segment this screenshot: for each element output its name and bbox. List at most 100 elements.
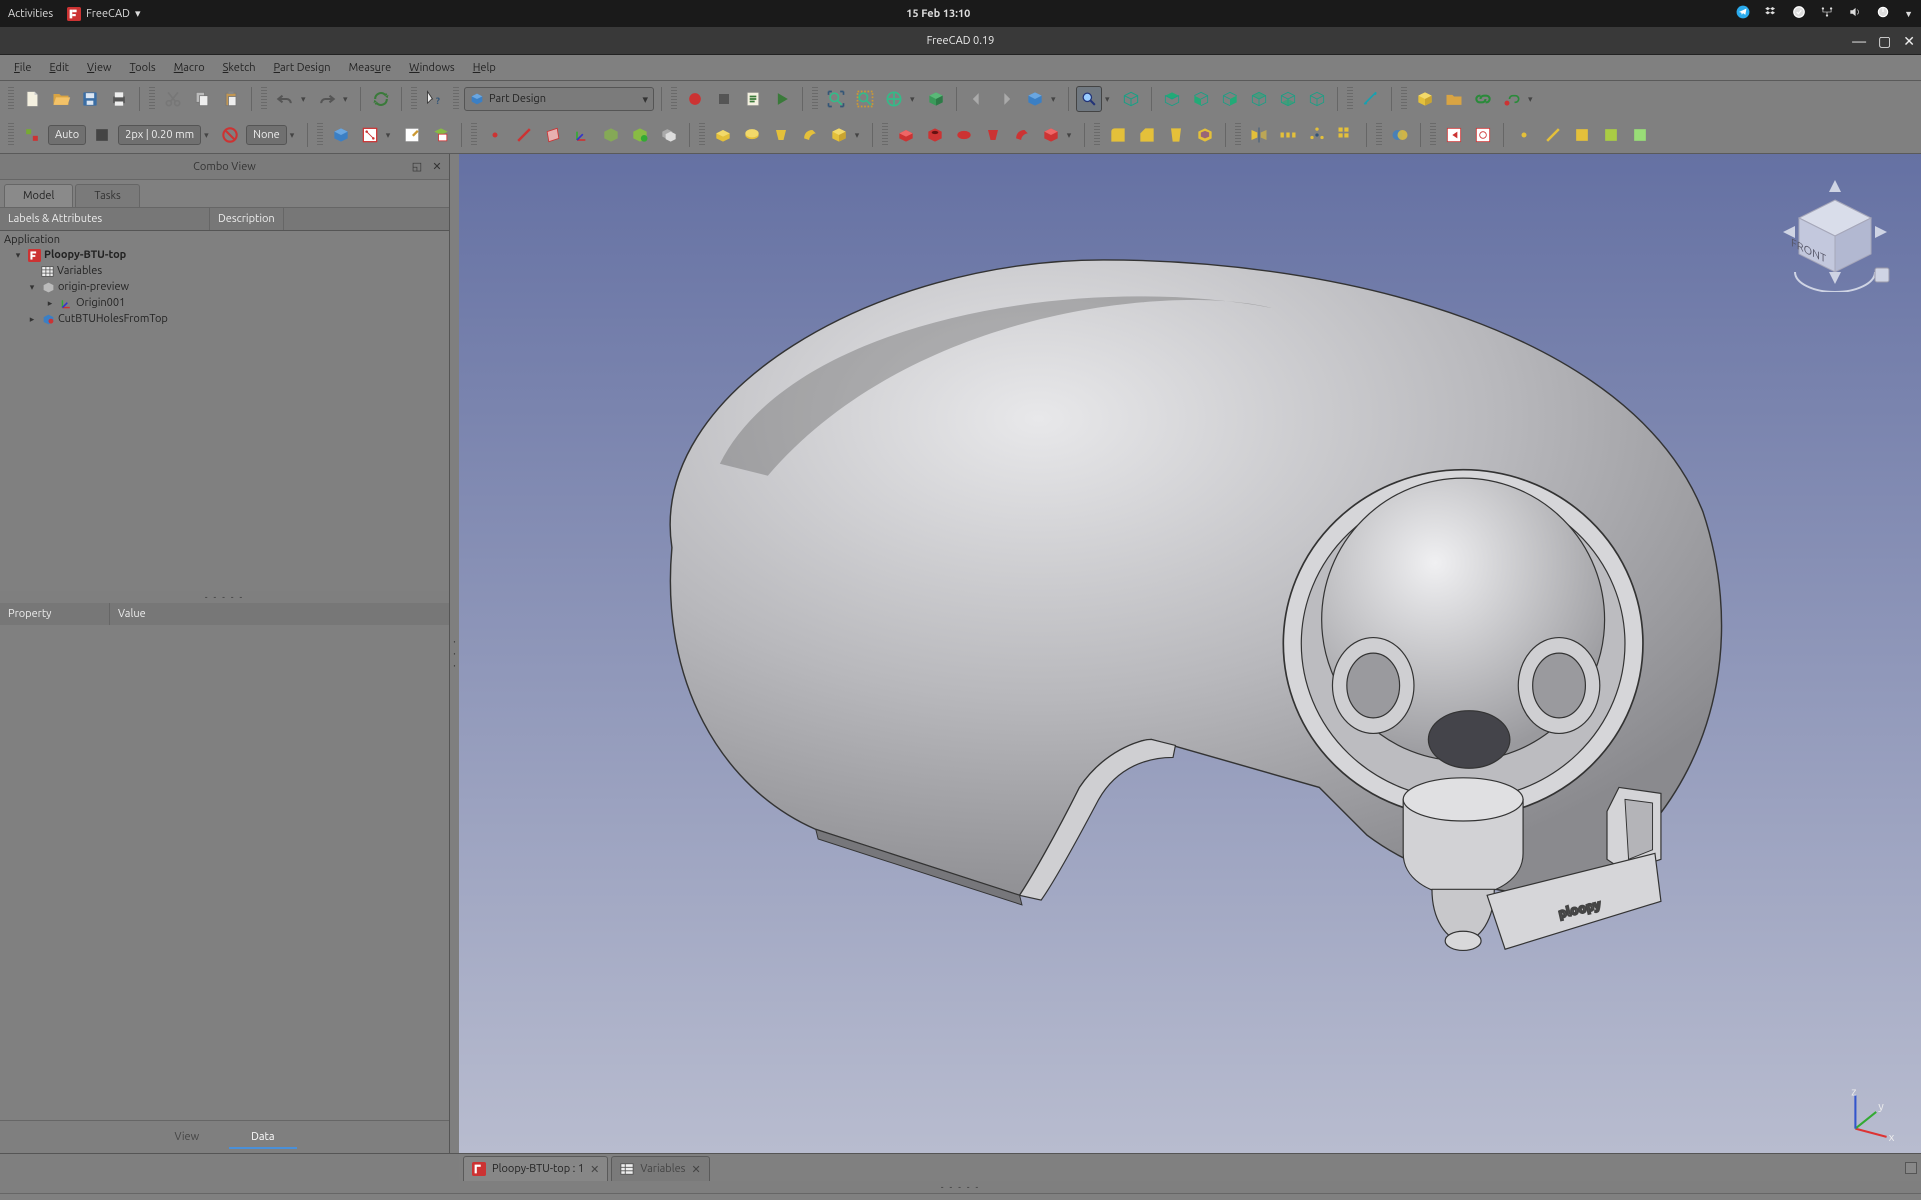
doc-tab-variables[interactable]: Variables ✕ xyxy=(611,1156,709,1181)
window-close[interactable]: ✕ xyxy=(1903,34,1915,48)
menu-partdesign[interactable]: Part Design xyxy=(266,59,339,77)
link-make-icon[interactable] xyxy=(1470,86,1496,112)
body-create-icon[interactable] xyxy=(328,122,354,148)
view-front-icon[interactable] xyxy=(1118,86,1144,112)
sketch-render-icon[interactable] xyxy=(89,122,115,148)
resize-grip[interactable] xyxy=(1905,1162,1917,1174)
macro-stop-icon[interactable] xyxy=(711,86,737,112)
view-bottom-icon[interactable] xyxy=(1275,86,1301,112)
sg-ext-icon[interactable] xyxy=(1598,122,1624,148)
volume-icon[interactable] xyxy=(1848,5,1862,22)
subtractive-primitive-icon[interactable] xyxy=(1038,122,1064,148)
tree-origin001[interactable]: ▸ Origin001 xyxy=(0,295,449,311)
copy-icon[interactable] xyxy=(189,86,215,112)
window-minimize[interactable]: — xyxy=(1852,34,1866,48)
model-tree[interactable]: Application ▾ Ploopy-BTU-top Variables ▾… xyxy=(0,231,449,591)
menu-edit[interactable]: Edit xyxy=(41,59,77,77)
tree-origin-preview[interactable]: ▾ origin-preview xyxy=(0,279,449,295)
tree-variables[interactable]: Variables xyxy=(0,263,449,279)
whatsthis-icon[interactable]: ? xyxy=(422,86,448,112)
datum-cs-icon[interactable] xyxy=(569,122,595,148)
panel-close-icon[interactable]: ✕ xyxy=(429,159,445,175)
prop-tab-data[interactable]: Data xyxy=(229,1127,296,1149)
boolean-icon[interactable] xyxy=(1387,122,1413,148)
menu-file[interactable]: File xyxy=(6,59,39,77)
close-tab-icon[interactable]: ✕ xyxy=(590,1163,599,1176)
report-splitter[interactable]: - - - - - xyxy=(0,1181,1921,1193)
additive-primitive-icon[interactable] xyxy=(826,122,852,148)
nav-back-icon[interactable] xyxy=(964,86,990,112)
datum-point-icon[interactable] xyxy=(482,122,508,148)
nav-forward-icon[interactable] xyxy=(993,86,1019,112)
activities-button[interactable]: Activities xyxy=(8,8,53,20)
panel-float-icon[interactable]: ◱ xyxy=(409,159,425,175)
doc-tab-ploopy[interactable]: Ploopy-BTU-top : 1 ✕ xyxy=(463,1156,608,1181)
thickness-icon[interactable] xyxy=(1192,122,1218,148)
part-create-icon[interactable] xyxy=(1412,86,1438,112)
menu-macro[interactable]: Macro xyxy=(166,59,213,77)
menu-view[interactable]: View xyxy=(79,59,120,77)
tab-tasks[interactable]: Tasks xyxy=(75,184,139,207)
pad-icon[interactable] xyxy=(710,122,736,148)
draw-style-icon[interactable] xyxy=(881,86,907,112)
sg-vertex-icon[interactable] xyxy=(1511,122,1537,148)
view-isometric-icon[interactable] xyxy=(1076,86,1102,112)
tree-document[interactable]: ▾ Ploopy-BTU-top xyxy=(0,247,449,263)
sidebar-resizer[interactable]: ··· xyxy=(450,154,459,1153)
macro-record-icon[interactable] xyxy=(682,86,708,112)
check-tray-icon[interactable] xyxy=(1792,5,1806,22)
file-save-icon[interactable] xyxy=(77,86,103,112)
fit-all-icon[interactable] xyxy=(823,86,849,112)
sketch-disallow-icon[interactable] xyxy=(217,122,243,148)
system-menu-arrow[interactable]: ▼ xyxy=(1904,9,1913,19)
measure-linear-icon[interactable] xyxy=(1358,86,1384,112)
clone-icon[interactable] xyxy=(656,122,682,148)
group-create-icon[interactable] xyxy=(1441,86,1467,112)
refresh-icon[interactable] xyxy=(368,86,394,112)
3d-viewport[interactable]: ploopy FRONT xyxy=(459,154,1921,1153)
sketch-edit-icon[interactable] xyxy=(399,122,425,148)
paste-icon[interactable] xyxy=(218,86,244,112)
datum-line-icon[interactable] xyxy=(511,122,537,148)
bounding-box-icon[interactable] xyxy=(923,86,949,112)
combo-splitter[interactable]: - - - - - xyxy=(0,591,449,603)
groove-icon[interactable] xyxy=(951,122,977,148)
additive-pipe-icon[interactable] xyxy=(797,122,823,148)
tree-header-desc[interactable]: Description xyxy=(210,208,284,230)
draft-icon[interactable] xyxy=(1163,122,1189,148)
fit-selection-icon[interactable] xyxy=(852,86,878,112)
view-left-icon[interactable] xyxy=(1304,86,1330,112)
view-right-icon[interactable] xyxy=(1217,86,1243,112)
window-maximize[interactable]: ▢ xyxy=(1878,34,1891,48)
hole-icon[interactable] xyxy=(922,122,948,148)
view-rear-icon[interactable] xyxy=(1246,86,1272,112)
subshapebinder-icon[interactable] xyxy=(627,122,653,148)
linear-pattern-icon[interactable] xyxy=(1275,122,1301,148)
sketch-auto-label[interactable]: Auto xyxy=(48,125,86,145)
menu-tools[interactable]: Tools xyxy=(122,59,164,77)
print-icon[interactable] xyxy=(106,86,132,112)
macro-list-icon[interactable] xyxy=(740,86,766,112)
subtractive-loft-icon[interactable] xyxy=(980,122,1006,148)
fillet-icon[interactable] xyxy=(1105,122,1131,148)
menu-help[interactable]: Help xyxy=(465,59,504,77)
workbench-selector[interactable]: Part Design xyxy=(464,87,654,111)
link-actions-icon[interactable] xyxy=(1499,86,1525,112)
navigation-cube[interactable]: FRONT xyxy=(1775,172,1895,292)
network-icon[interactable] xyxy=(1820,5,1834,22)
menu-windows[interactable]: Windows xyxy=(401,59,463,77)
tree-cutbtuholes[interactable]: ▸ CutBTUHolesFromTop xyxy=(0,311,449,327)
power-icon[interactable] xyxy=(1876,5,1890,22)
additive-loft-icon[interactable] xyxy=(768,122,794,148)
chamfer-icon[interactable] xyxy=(1134,122,1160,148)
sketch-none-label[interactable]: None xyxy=(246,125,287,145)
cut-icon[interactable] xyxy=(160,86,186,112)
link-nav-icon[interactable] xyxy=(1022,86,1048,112)
redo-icon[interactable] xyxy=(314,86,340,112)
tab-model[interactable]: Model xyxy=(4,184,73,207)
props-header-value[interactable]: Value xyxy=(110,603,154,625)
pocket-icon[interactable] xyxy=(893,122,919,148)
sg-carbon-icon[interactable] xyxy=(1627,122,1653,148)
prop-tab-view[interactable]: View xyxy=(153,1127,222,1149)
file-new-icon[interactable] xyxy=(19,86,45,112)
